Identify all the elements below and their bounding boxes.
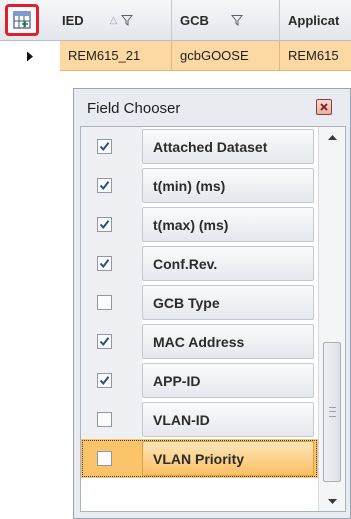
checkbox-unchecked[interactable] <box>97 295 112 310</box>
field-checkbox-cell <box>81 439 142 478</box>
checkbox-checked[interactable] <box>97 178 112 193</box>
field-chooser-item[interactable]: t(max) (ms) <box>81 205 318 244</box>
checkbox-checked[interactable] <box>97 256 112 271</box>
field-chooser-dialog: Field Chooser Attached Dataset t(min) (ms… <box>73 88 351 519</box>
field-chooser-icon <box>13 11 31 29</box>
field-chooser-item[interactable]: MAC Address <box>81 322 318 361</box>
field-checkbox-cell <box>81 283 142 322</box>
field-checkbox-cell <box>81 205 142 244</box>
checkmark-icon <box>99 259 110 269</box>
checkmark-icon <box>99 181 110 191</box>
field-chooser-item[interactable]: VLAN-ID <box>81 400 318 439</box>
field-checkbox-cell <box>81 244 142 283</box>
checkmark-icon <box>99 337 110 347</box>
field-label-button[interactable]: t(min) (ms) <box>142 168 314 203</box>
scrollbar-grip <box>329 407 336 417</box>
scroll-up-icon <box>328 134 337 140</box>
table-cell-ied[interactable]: REM615_21 <box>60 41 172 71</box>
column-header-application[interactable]: Applicat <box>280 0 351 40</box>
checkbox-checked[interactable] <box>97 373 112 388</box>
scrollbar[interactable] <box>318 127 345 511</box>
checkmark-icon <box>99 220 110 230</box>
close-button[interactable] <box>316 99 332 115</box>
field-label-button[interactable]: Conf.Rev. <box>142 246 314 281</box>
checkbox-checked[interactable] <box>97 139 112 154</box>
checkmark-icon <box>99 376 110 386</box>
field-chooser-item[interactable]: Attached Dataset <box>81 127 318 166</box>
field-label-button[interactable]: Attached Dataset <box>142 129 314 164</box>
scroll-up-button[interactable] <box>319 127 345 147</box>
scrollbar-thumb[interactable] <box>323 342 341 482</box>
field-chooser-item[interactable]: VLAN Priority <box>81 439 318 478</box>
checkbox-unchecked[interactable] <box>97 412 112 427</box>
close-icon <box>320 103 328 111</box>
field-label-button[interactable]: VLAN Priority <box>142 441 314 476</box>
scroll-down-icon <box>328 498 337 504</box>
filter-icon[interactable] <box>230 14 243 26</box>
field-list[interactable]: Attached Dataset t(min) (ms) t(max) (ms) Co… <box>80 126 346 512</box>
row-pointer-icon <box>0 41 60 71</box>
field-chooser-title: Field Chooser <box>87 100 181 117</box>
field-checkbox-cell <box>81 400 142 439</box>
field-label-button[interactable]: APP-ID <box>142 363 314 398</box>
field-chooser-item[interactable]: t(min) (ms) <box>81 166 318 205</box>
field-checkbox-cell <box>81 322 142 361</box>
field-checkbox-cell <box>81 127 142 166</box>
field-chooser-item[interactable]: APP-ID <box>81 361 318 400</box>
field-label-button[interactable]: VLAN-ID <box>142 402 314 437</box>
checkmark-icon <box>99 142 110 152</box>
field-chooser-item[interactable]: GCB Type <box>81 283 318 322</box>
field-checkbox-cell <box>81 166 142 205</box>
scroll-down-button[interactable] <box>319 491 345 511</box>
filter-icon[interactable] <box>121 14 134 26</box>
sort-ascending-icon[interactable]: △ <box>110 15 118 26</box>
column-header-label: GCB <box>180 12 209 28</box>
field-label-button[interactable]: t(max) (ms) <box>142 207 314 242</box>
column-header-label: IED <box>62 12 84 28</box>
field-chooser-button[interactable] <box>5 4 39 36</box>
column-header-label: Applicat <box>288 12 340 28</box>
field-chooser-item[interactable]: Conf.Rev. <box>81 244 318 283</box>
field-checkbox-cell <box>81 361 142 400</box>
grid-header: IED △ GCB Applicat <box>0 0 351 41</box>
table-cell-application[interactable]: REM615 <box>280 41 351 71</box>
checkbox-checked[interactable] <box>97 334 112 349</box>
field-label-button[interactable]: GCB Type <box>142 285 314 320</box>
field-label-button[interactable]: MAC Address <box>142 324 314 359</box>
table-row[interactable]: REM615_21 gcbGOOSE REM615 <box>0 41 351 71</box>
column-header-gcb[interactable]: GCB <box>172 0 280 40</box>
table-cell-gcb[interactable]: gcbGOOSE <box>172 41 280 71</box>
checkbox-unchecked[interactable] <box>97 451 112 466</box>
checkbox-checked[interactable] <box>97 217 112 232</box>
column-header-ied[interactable]: IED △ <box>54 0 172 40</box>
